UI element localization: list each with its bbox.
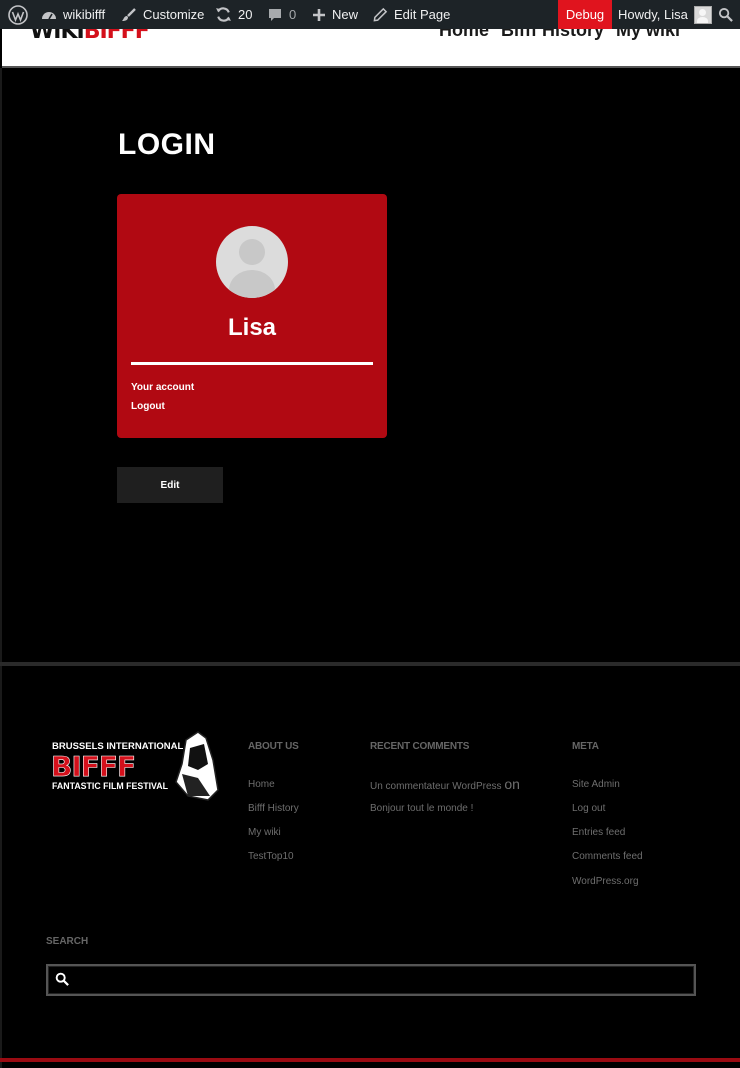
comments-count: 0 (289, 7, 297, 22)
comment-on-text: on (504, 776, 520, 792)
debug-label: Debug (565, 7, 605, 22)
comment-bubble-icon (267, 7, 283, 23)
recent-comment: Un commentateur WordPress on (370, 776, 520, 792)
footer-link-my-wiki[interactable]: My wiki (248, 827, 281, 838)
search-input[interactable] (74, 968, 692, 992)
logo-word: BIFFF (51, 750, 135, 783)
footer-logo[interactable]: BRUSSELS INTERNATIONAL BIFFF FANTASTIC F… (48, 730, 220, 802)
footer-search-title: SEARCH (46, 936, 89, 947)
comment-author-link[interactable]: Un commentateur WordPress (370, 781, 502, 792)
new-label: New (332, 7, 359, 22)
user-name: Lisa (227, 314, 277, 341)
dashboard-icon (41, 7, 57, 23)
footer-divider (0, 662, 740, 666)
footer-link-bifff-history[interactable]: Bifff History (248, 803, 299, 814)
logout-link[interactable]: Logout (131, 401, 165, 412)
bottom-accent-bar (0, 1058, 740, 1062)
debug-button[interactable]: Debug (558, 0, 612, 29)
footer-about-title: ABOUT US (248, 741, 299, 752)
wordpress-logo-icon[interactable] (8, 0, 28, 29)
pencil-icon (373, 7, 388, 22)
admin-bar: wikibifff Customize 20 0 New Edit Page D… (0, 0, 740, 29)
your-account-link[interactable]: Your account (131, 382, 194, 393)
edit-page-button[interactable]: Edit Page (373, 0, 450, 29)
avatar (693, 5, 712, 24)
page-title: LOGIN (118, 128, 216, 161)
updates-count: 20 (238, 7, 253, 22)
account-menu[interactable]: Howdy, Lisa (618, 0, 712, 29)
meta-link-entries-feed[interactable]: Entries feed (572, 827, 625, 838)
footer-meta-title: META (572, 741, 599, 752)
customize-button[interactable]: Customize (121, 0, 204, 29)
search-icon[interactable] (55, 972, 69, 991)
page-border (0, 68, 2, 1068)
comment-post-link[interactable]: Bonjour tout le monde ! (370, 803, 473, 814)
search-icon (718, 7, 733, 22)
customize-label: Customize (143, 7, 205, 22)
admin-search-button[interactable] (718, 0, 733, 29)
logo-line2: FANTASTIC FILM FESTIVAL (52, 781, 169, 791)
edit-page-label: Edit Page (394, 7, 451, 22)
footer-link-home[interactable]: Home (248, 779, 275, 790)
brush-icon (121, 7, 137, 23)
meta-link-log-out[interactable]: Log out (572, 803, 605, 814)
plus-icon (312, 8, 326, 22)
edit-button[interactable]: Edit (117, 467, 223, 503)
new-content-button[interactable]: New (312, 0, 358, 29)
site-name-label: wikibifff (63, 7, 106, 22)
howdy-label: Howdy, Lisa (618, 7, 688, 22)
meta-link-site-admin[interactable]: Site Admin (572, 779, 620, 790)
search-form (46, 964, 696, 996)
footer-recent-comments-title: RECENT COMMENTS (370, 741, 470, 752)
comments-button[interactable]: 0 (267, 0, 296, 29)
admin-site-name[interactable]: wikibifff (41, 0, 105, 29)
refresh-icon (215, 6, 232, 23)
user-avatar (216, 226, 288, 298)
footer-link-testtop10[interactable]: TestTop10 (248, 851, 294, 862)
login-widget: Lisa Your account Logout (117, 194, 387, 438)
meta-link-comments-feed[interactable]: Comments feed (572, 851, 643, 862)
updates-button[interactable]: 20 (215, 0, 252, 29)
divider (131, 362, 373, 365)
meta-link-wordpress-org[interactable]: WordPress.org (572, 876, 639, 887)
